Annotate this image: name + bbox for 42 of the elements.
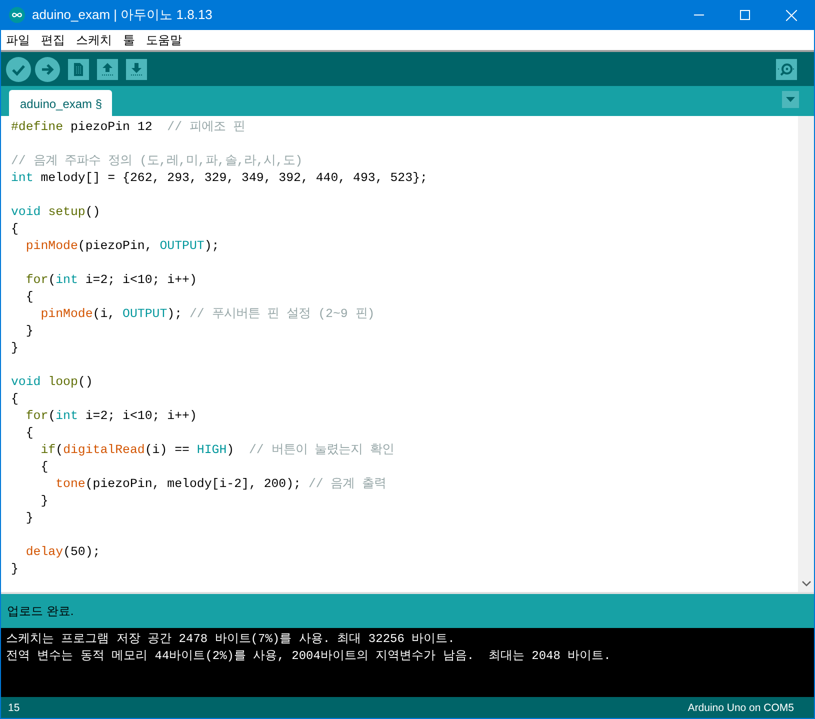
code-line: tone(piezoPin, melody[i-2], 200); // 음계 출력 (54, 476, 388, 493)
console-line: 스케치는 프로그램 저장 공간 2478 바이트(7%)를 사용. 최대 32256 바이트. (6, 631, 456, 648)
code-line: void loop() (11, 374, 94, 391)
code-line: pinMode(piezoPin, OUTPUT); (24, 238, 220, 255)
menu-item[interactable]: 스케치 (76, 32, 112, 48)
status-message: 업로드 완료. (7, 602, 74, 620)
minimize-icon[interactable] (694, 14, 704, 16)
window-title: aduino_exam | 아두이노 1.8.13 (32, 6, 212, 24)
code-line: delay(50); (24, 544, 102, 561)
code-line: } (11, 561, 20, 578)
code-line: // 음계 주파수 정의 (도,레,미,파,솔,라,시,도) (11, 153, 304, 170)
code-line: { (24, 289, 34, 306)
menu-item[interactable]: 파일 (6, 32, 30, 48)
code-line: } (11, 340, 20, 357)
code-line: } (40, 493, 50, 510)
serial-monitor-magnifier-icon[interactable] (776, 58, 797, 80)
code-line: { (11, 391, 20, 408)
new-document-icon[interactable] (68, 58, 89, 80)
infinity-logo-icon (9, 7, 25, 23)
maximize-icon[interactable] (740, 10, 750, 20)
code-line: } (24, 323, 34, 340)
code-line: { (11, 221, 20, 238)
code-line: for(int i=2; i<10; i++) (24, 272, 198, 289)
file-tab[interactable]: aduino_exam § (9, 90, 112, 116)
code-line: if(digitalRead(i) == HIGH) // 버튼이 눌렸는지 확인 (40, 442, 396, 459)
code-line: #define piezoPin 12 // 피에조 핀 (11, 119, 246, 136)
code-line: { (24, 425, 34, 442)
menu-item[interactable]: 툴 (123, 32, 135, 48)
vertical-scrollbar[interactable] (798, 116, 814, 592)
code-line: int melody[] = {262, 293, 329, 349, 392, 440, 493, 523}; (11, 170, 428, 187)
console-line: 전역 변수는 동적 메모리 44바이트(2%)를 사용, 2004바이트의 지역변수가 남음. 최대는 2048 바이트. (6, 648, 612, 665)
code-line: void setup() (11, 204, 102, 221)
board-port-label: Arduino Uno on COM5 (688, 702, 794, 714)
code-line: for(int i=2; i<10; i++) (24, 408, 198, 425)
menu-item[interactable]: 편집 (41, 32, 65, 48)
line-number: 15 (8, 702, 20, 714)
menu-item[interactable]: 도움말 (146, 32, 182, 48)
verify-check-icon[interactable] (6, 56, 31, 82)
code-line: } (24, 510, 34, 527)
code-line: pinMode(i, OUTPUT); // 푸시버튼 핀 설정 (2~9 핀) (40, 306, 376, 323)
code-line: { (40, 459, 50, 476)
close-icon[interactable] (786, 10, 796, 20)
